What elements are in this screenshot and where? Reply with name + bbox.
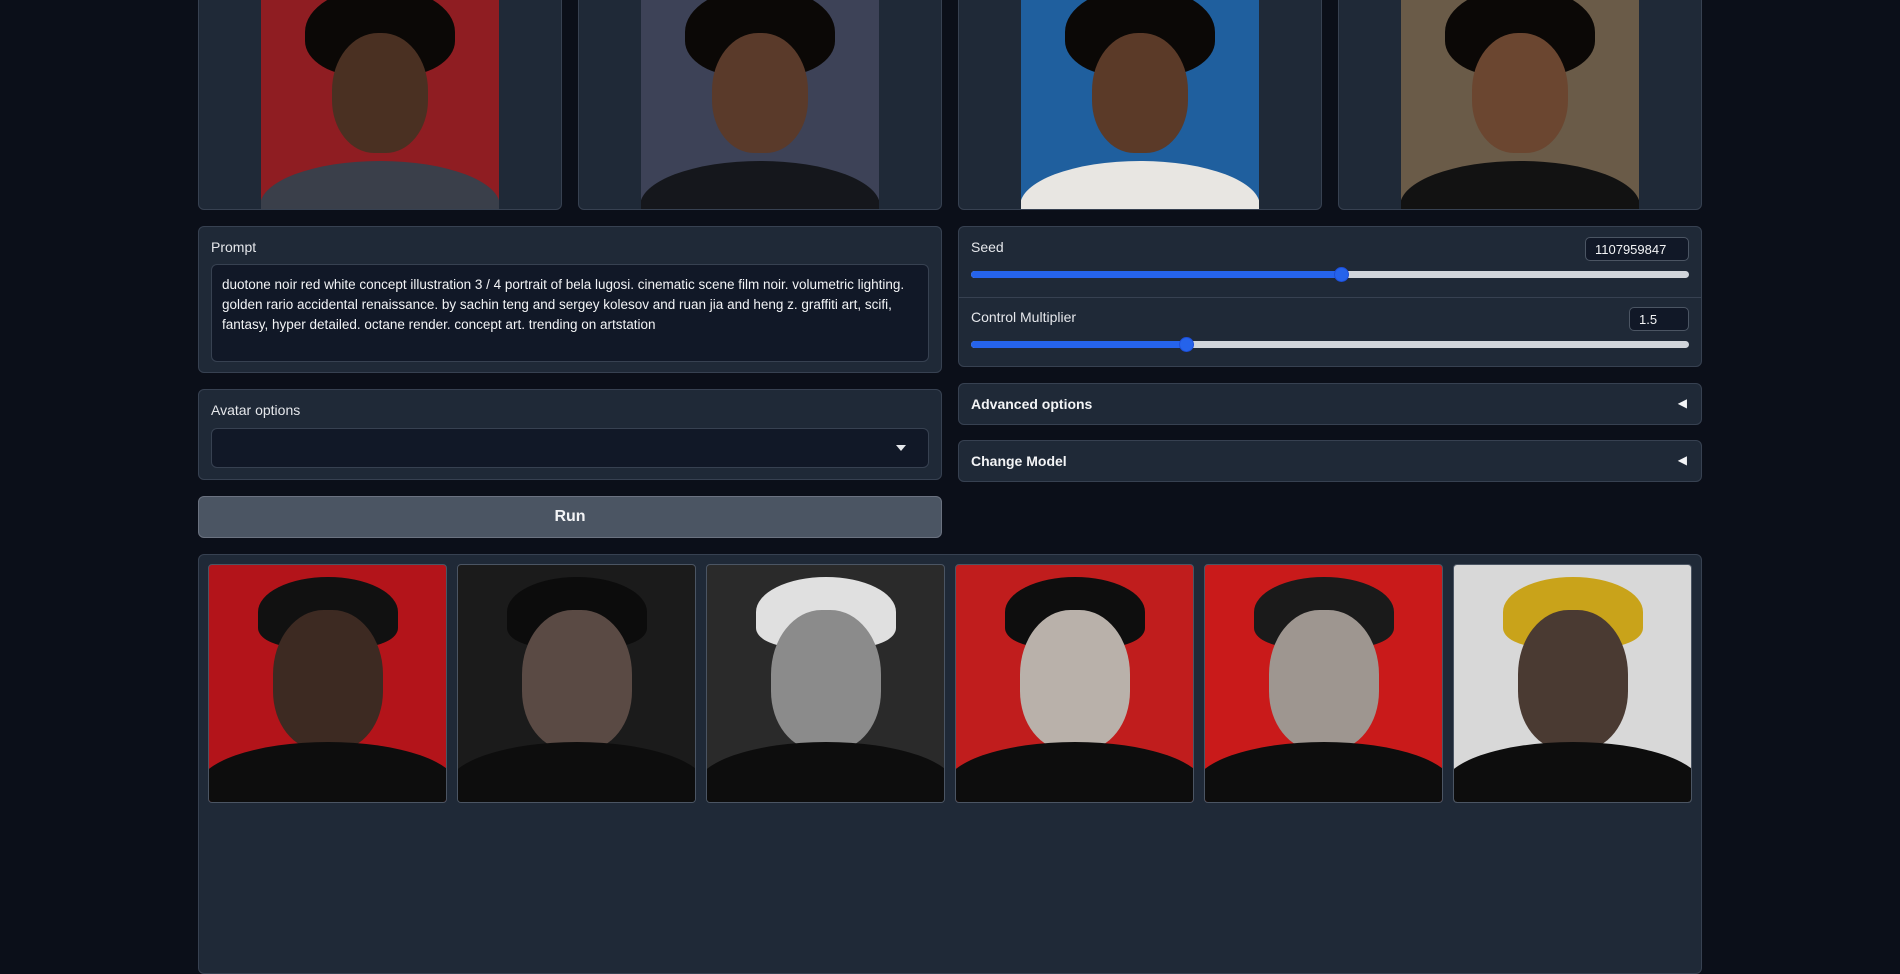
control-multiplier-label: Control Multiplier — [971, 309, 1077, 325]
output-image-5[interactable] — [1204, 564, 1443, 803]
change-model-label: Change Model — [971, 453, 1067, 469]
prompt-panel: Prompt duotone noir red white concept il… — [198, 226, 942, 373]
sliders-panel: Seed 1107959847 Control Multiplier 1.5 — [958, 226, 1702, 367]
input-image-panel-2[interactable] — [578, 0, 942, 210]
avatar-options-panel: Avatar options — [198, 389, 942, 480]
chevron-down-icon — [896, 445, 906, 451]
seed-slider[interactable] — [971, 267, 1689, 282]
seed-label: Seed — [971, 239, 1004, 255]
control-multiplier-slider[interactable] — [971, 337, 1689, 352]
output-image-2[interactable] — [457, 564, 696, 803]
output-image-4[interactable] — [955, 564, 1194, 803]
control-multiplier-slider-thumb[interactable] — [1179, 337, 1195, 352]
triangle-left-icon: ◀ — [1677, 396, 1687, 410]
input-image-panel-4[interactable] — [1338, 0, 1702, 210]
output-image-6[interactable] — [1453, 564, 1692, 803]
triangle-left-icon: ◀ — [1677, 453, 1687, 467]
divider — [959, 297, 1701, 298]
run-button[interactable]: Run — [198, 496, 942, 538]
control-multiplier-slider-fill — [971, 341, 1187, 348]
output-image-1[interactable] — [208, 564, 447, 803]
input-photo-4 — [1401, 0, 1639, 209]
avatar-options-dropdown[interactable] — [211, 428, 929, 468]
advanced-options-label: Advanced options — [971, 396, 1093, 412]
output-image-3[interactable] — [706, 564, 945, 803]
control-multiplier-input[interactable]: 1.5 — [1629, 307, 1689, 331]
prompt-label: Prompt — [211, 239, 257, 255]
output-gallery — [198, 554, 1702, 974]
prompt-textarea[interactable]: duotone noir red white concept illustrat… — [211, 264, 929, 362]
seed-slider-fill — [971, 271, 1342, 278]
avatar-options-label: Avatar options — [211, 402, 301, 418]
seed-input[interactable]: 1107959847 — [1585, 237, 1689, 261]
input-photo-1 — [261, 0, 499, 209]
input-image-panel-1[interactable] — [198, 0, 562, 210]
input-photo-3 — [1021, 0, 1259, 209]
input-image-panel-3[interactable] — [958, 0, 1322, 210]
seed-slider-thumb[interactable] — [1334, 267, 1350, 282]
input-photo-2 — [641, 0, 879, 209]
advanced-options-accordion[interactable]: Advanced options ◀ — [958, 383, 1702, 425]
change-model-accordion[interactable]: Change Model ◀ — [958, 440, 1702, 482]
